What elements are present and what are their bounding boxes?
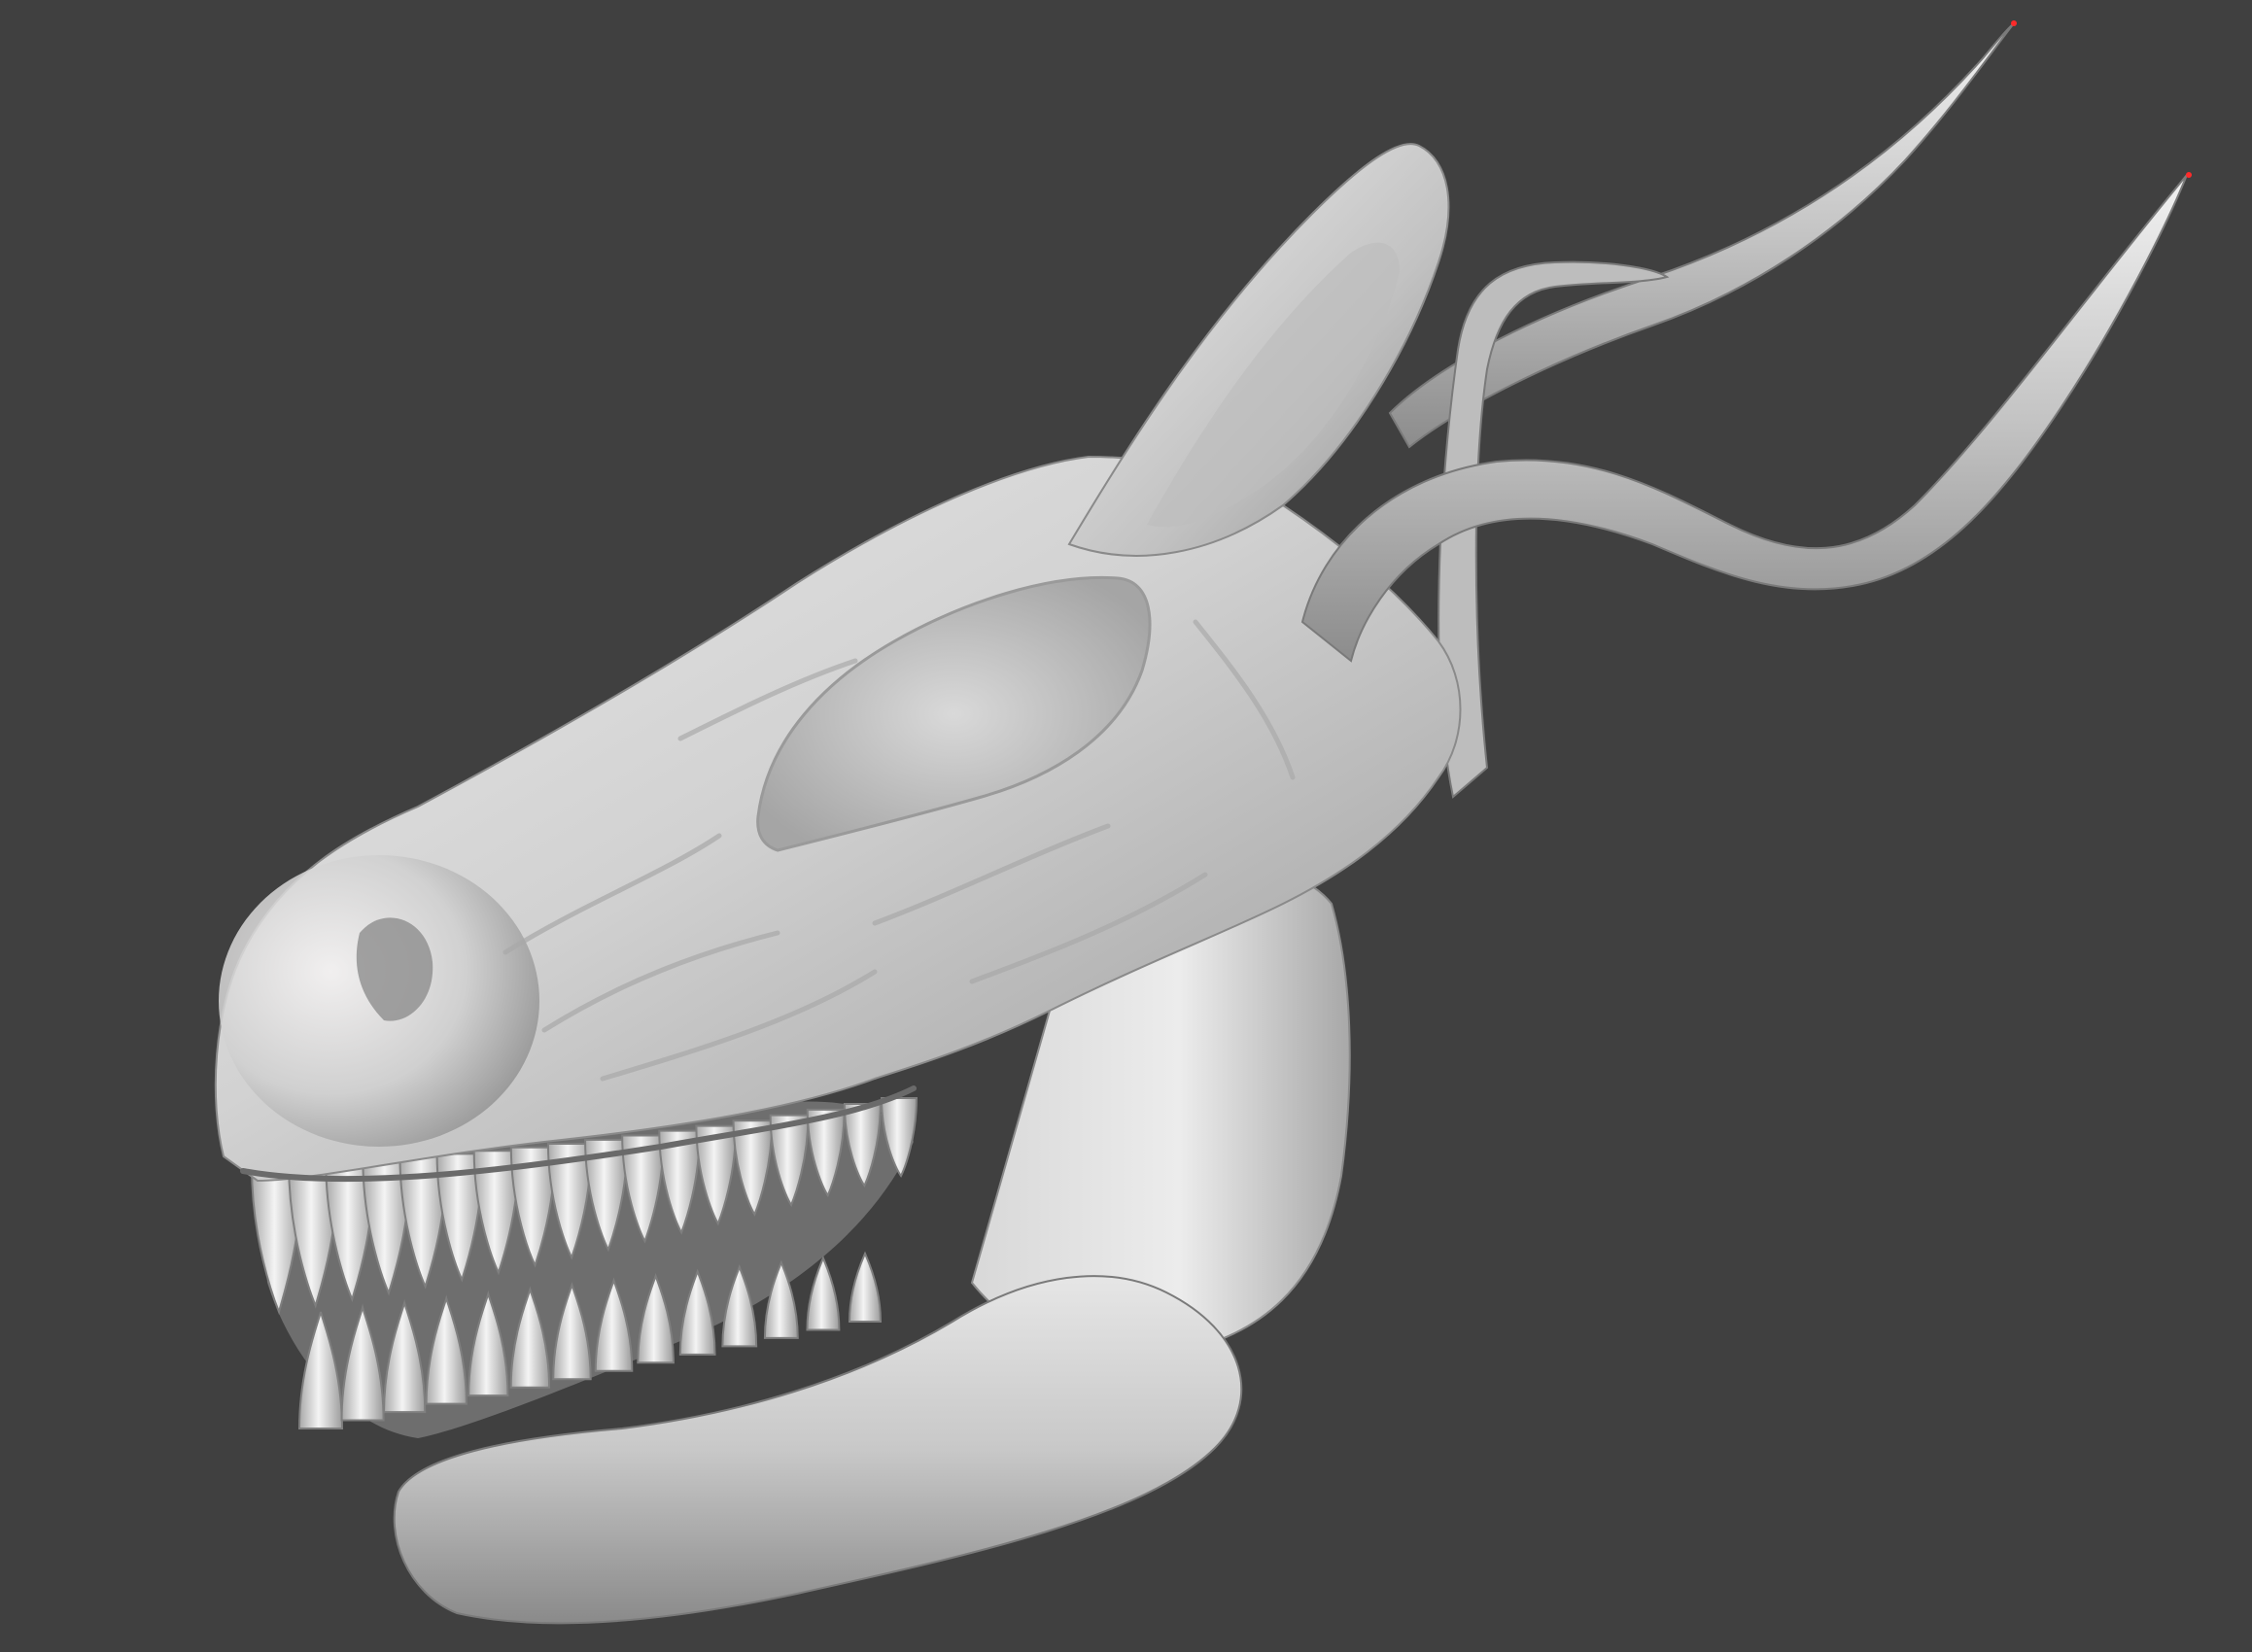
vertex-marker [2011,20,2017,26]
3d-viewport[interactable] [0,0,2252,1652]
vertex-marker [2186,172,2192,178]
creature-head-model[interactable] [214,20,2192,1625]
ear[interactable] [1067,143,1450,557]
lower-tooth [806,1255,841,1331]
viewport-canvas[interactable] [0,0,2252,1652]
lower-tooth [848,1251,883,1323]
